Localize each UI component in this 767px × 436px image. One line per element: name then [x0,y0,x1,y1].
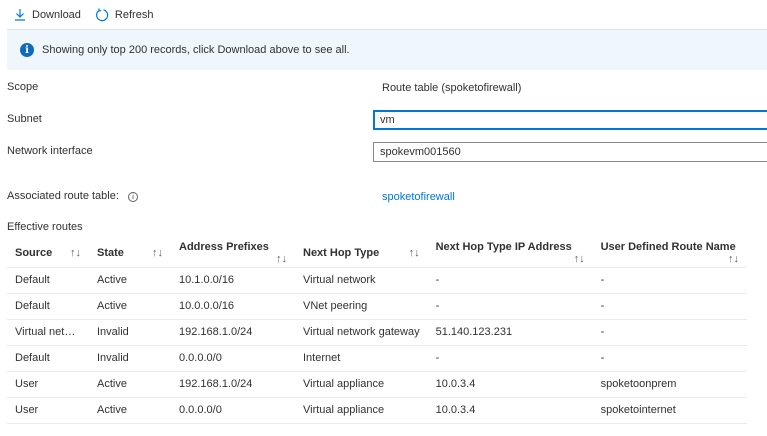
associated-route-table-text: Associated route table: [7,190,119,202]
table-cell: 192.168.1.0/24 [171,318,295,345]
download-label: Download [32,8,81,21]
table-cell: Virtual network [295,266,428,293]
table-cell: User [7,396,89,424]
effective-routes-table: Source ↑↓ State ↑↓ Address Prefixes ↑↓ Next Ho… [7,240,747,424]
toolbar: Download Refresh [0,0,153,29]
table-row[interactable]: Default Invalid 0.0.0.0/0 Internet - - [7,344,747,371]
associated-route-table-label: Associated route table: i [7,190,138,202]
effective-routes-title: Effective routes [7,221,83,233]
banner-message: Showing only top 200 records, click Down… [42,44,350,56]
table-cell: 10.0.3.4 [427,396,593,424]
download-button[interactable]: Download [14,8,81,21]
table-cell: - [592,266,747,293]
table-cell: Virtual network gateway [7,318,89,345]
table-cell: spoketoonprem [592,370,747,397]
table-row[interactable]: User Active 0.0.0.0/0 Virtual appliance 10.0… [7,396,747,424]
table-row[interactable]: Virtual network gatewayInvalid192.168.1.… [7,318,747,345]
scope-label: Scope [7,81,39,93]
table-cell: - [427,266,593,293]
table-cell: - [592,318,747,345]
column-header-label: Next Hop Type IP Address [435,241,572,254]
sort-icon[interactable]: ↑↓ [276,253,287,265]
sort-icon[interactable]: ↑↓ [409,247,420,259]
table-cell: Default [7,266,89,293]
column-header-label: Address Prefixes [179,241,269,254]
sort-icon[interactable]: ↑↓ [574,253,585,265]
table-cell: 10.1.0.0/16 [171,266,295,293]
table-cell: Default [7,344,89,371]
table-cell: Active [89,292,171,319]
subnet-field[interactable] [373,110,767,130]
column-header[interactable]: User Defined Route Name ↑↓ [593,240,747,267]
table-cell: - [592,292,747,319]
table-cell: 192.168.1.0/24 [171,370,295,397]
table-cell: VNet peering [295,292,428,319]
download-icon [15,9,25,21]
table-cell: 51.140.123.231 [427,318,593,345]
table-cell: - [427,292,593,319]
table-cell: Virtual appliance [295,396,428,424]
table-cell: spoketointernet [592,396,747,424]
column-header[interactable]: Source ↑↓ [7,240,89,267]
column-header[interactable]: State ↑↓ [89,240,171,267]
refresh-label: Refresh [114,8,154,21]
table-cell: User [7,370,89,397]
network-interface-label: Network interface [7,145,93,157]
table-cell: - [592,344,747,371]
column-header-label: User Defined Route Name [600,241,736,254]
column-header[interactable]: Address Prefixes ↑↓ [171,240,295,267]
table-cell: - [427,344,593,371]
info-banner: i Showing only top 200 records, click Do… [7,29,767,70]
table-cell: Virtual network gateway [295,318,428,345]
table-cell: 10.0.0.0/16 [171,292,295,319]
sort-icon[interactable]: ↑↓ [152,247,163,259]
table-cell: Default [7,292,89,319]
column-header[interactable]: Next Hop Type ↑↓ [295,240,428,267]
table-cell: Invalid [89,318,171,345]
table-cell: 0.0.0.0/0 [171,344,295,371]
column-header-label: State [97,247,124,260]
table-cell: Active [89,370,171,397]
table-cell: 0.0.0.0/0 [171,396,295,424]
scope-value: Route table (spoketofirewall) [382,82,522,94]
column-header-label: Source [15,247,53,260]
info-icon: i [20,43,34,57]
column-header[interactable]: Next Hop Type IP Address ↑↓ [428,240,593,267]
info-circle-icon[interactable]: i [127,192,138,202]
sort-icon[interactable]: ↑↓ [70,247,81,259]
table-row[interactable]: User Active 192.168.1.0/24 Virtual applianc… [7,370,747,397]
associated-route-table-link[interactable]: spoketofirewall [382,191,455,203]
table-cell: 10.0.3.4 [427,370,593,397]
table-cell: Active [89,396,171,424]
column-header-label: Next Hop Type [303,247,380,260]
table-row[interactable]: Default Active 10.0.0.0/16 VNet peering - - [7,292,747,319]
network-interface-field[interactable] [373,142,767,162]
refresh-icon [95,8,109,21]
table-row[interactable]: Default Active 10.1.0.0/16 Virtual network -… [7,266,747,293]
table-cell: Virtual appliance [295,370,428,397]
sort-icon[interactable]: ↑↓ [728,253,739,265]
subnet-label: Subnet [7,113,42,125]
table-cell: Invalid [89,344,171,371]
table-cell: Internet [295,344,428,371]
refresh-button[interactable]: Refresh [95,8,154,22]
table-cell: Active [89,266,171,293]
